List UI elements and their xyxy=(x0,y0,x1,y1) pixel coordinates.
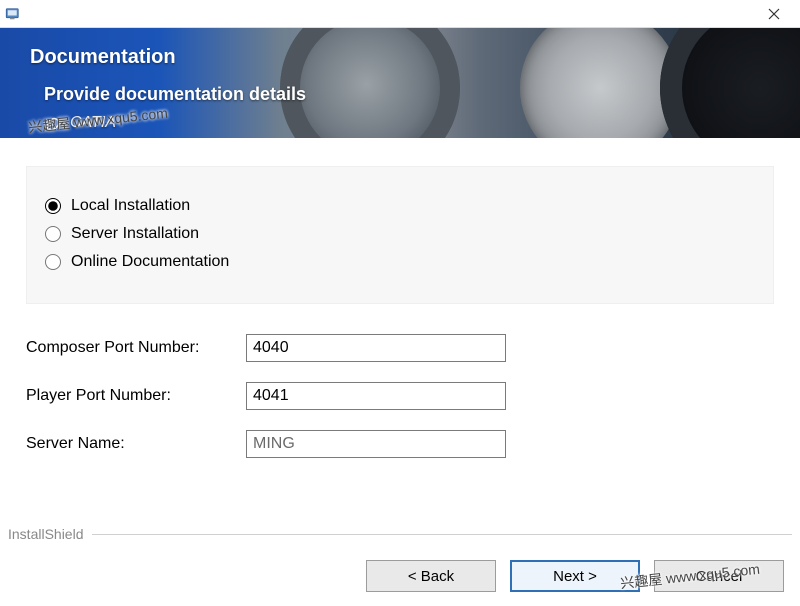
radio-server-label: Server Installation xyxy=(71,225,199,243)
player-port-row: Player Port Number: xyxy=(26,382,774,410)
radio-online-input[interactable] xyxy=(45,254,61,270)
server-name-row: Server Name: xyxy=(26,430,774,458)
ds-logo-icon xyxy=(44,114,66,132)
page-subtitle: Provide documentation details xyxy=(44,84,306,105)
cancel-button[interactable]: Cancel xyxy=(654,560,784,592)
radio-local-input[interactable] xyxy=(45,198,61,214)
composer-port-label: Composer Port Number: xyxy=(26,339,246,357)
content-area: Local Installation Server Installation O… xyxy=(0,166,800,458)
brand-logo: CATIA xyxy=(44,114,116,132)
server-name-label: Server Name: xyxy=(26,435,246,453)
radio-online-label: Online Documentation xyxy=(71,253,229,271)
server-name-input xyxy=(246,430,506,458)
installation-type-group: Local Installation Server Installation O… xyxy=(26,166,774,304)
close-icon xyxy=(768,8,780,20)
installer-icon xyxy=(4,5,22,23)
radio-server-input[interactable] xyxy=(45,226,61,242)
radio-local-label: Local Installation xyxy=(71,197,190,215)
close-button[interactable] xyxy=(754,1,794,27)
brake-disc-graphic xyxy=(520,28,680,138)
radio-local-installation[interactable]: Local Installation xyxy=(45,197,755,215)
page-title: Documentation xyxy=(30,46,176,69)
installer-banner: Documentation Provide documentation deta… xyxy=(0,28,800,138)
installshield-label: InstallShield xyxy=(8,526,84,542)
divider-line xyxy=(92,534,793,535)
installshield-footer: InstallShield xyxy=(8,526,792,542)
radio-server-installation[interactable]: Server Installation xyxy=(45,225,755,243)
back-button[interactable]: < Back xyxy=(366,560,496,592)
player-port-input[interactable] xyxy=(246,382,506,410)
radio-online-documentation[interactable]: Online Documentation xyxy=(45,253,755,271)
next-button[interactable]: Next > xyxy=(510,560,640,592)
composer-port-row: Composer Port Number: xyxy=(26,334,774,362)
composer-port-input[interactable] xyxy=(246,334,506,362)
window-titlebar xyxy=(0,0,800,28)
wizard-button-bar: < Back Next > Cancel xyxy=(366,560,784,592)
player-port-label: Player Port Number: xyxy=(26,387,246,405)
port-fields: Composer Port Number: Player Port Number… xyxy=(26,334,774,458)
